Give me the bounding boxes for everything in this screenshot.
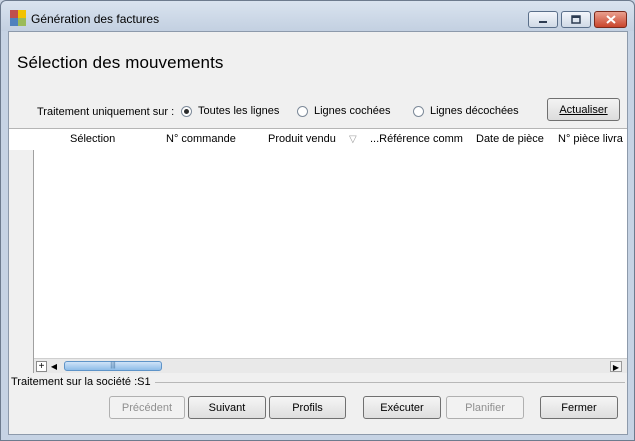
radio-button[interactable] xyxy=(297,105,308,117)
refresh-button-label: Actualiser xyxy=(559,103,608,116)
minimize-icon xyxy=(539,20,547,23)
sort-icon: ▽ xyxy=(349,134,357,145)
radio-unchecked-lines[interactable]: Lignes décochées xyxy=(413,105,519,117)
previous-button[interactable]: Précédent xyxy=(109,396,185,419)
grid-header: Sélection N° commande Produit vendu ▽ ..… xyxy=(9,129,627,150)
refresh-button[interactable]: Actualiser xyxy=(547,98,620,121)
dialog-content: Sélection des mouvements Traitement uniq… xyxy=(8,31,628,435)
column-header-reference[interactable]: ...Référence comm xyxy=(370,133,463,145)
radio-label: Lignes cochées xyxy=(314,105,391,117)
scroll-right-icon[interactable]: ▶ xyxy=(610,361,622,372)
close-dialog-button[interactable]: Fermer xyxy=(540,396,618,419)
column-header-order-number[interactable]: N° commande xyxy=(166,133,236,145)
divider xyxy=(155,382,625,383)
title-bar[interactable]: Génération des factures xyxy=(1,1,634,31)
next-button-label: Suivant xyxy=(208,401,246,414)
close-icon xyxy=(605,15,616,24)
maximize-icon xyxy=(571,15,581,24)
profiles-button-label: Profils xyxy=(292,401,323,414)
execute-button[interactable]: Exécuter xyxy=(363,396,441,419)
column-header-selection[interactable]: Sélection xyxy=(70,133,115,145)
radio-all-lines[interactable]: Toutes les lignes xyxy=(181,105,279,117)
app-icon xyxy=(10,10,26,26)
previous-button-label: Précédent xyxy=(121,401,173,414)
radio-button[interactable] xyxy=(413,105,424,117)
minimize-button[interactable] xyxy=(528,11,558,28)
close-button[interactable] xyxy=(594,11,627,28)
page-title: Sélection des mouvements xyxy=(17,53,224,72)
row-selector-column xyxy=(9,129,34,373)
next-button[interactable]: Suivant xyxy=(188,396,266,419)
scroll-left-icon[interactable]: ◀ xyxy=(49,361,59,372)
column-header-product[interactable]: Produit vendu xyxy=(268,133,336,145)
application-window: Génération des factures Sélection des mo… xyxy=(0,0,635,441)
radio-label: Toutes les lignes xyxy=(198,105,280,117)
scrollbar-thumb[interactable]: ||| xyxy=(64,361,162,371)
schedule-button[interactable]: Planifier xyxy=(446,396,524,419)
radio-checked-lines[interactable]: Lignes cochées xyxy=(297,105,390,117)
schedule-button-label: Planifier xyxy=(465,401,505,414)
radio-button-checked[interactable] xyxy=(181,105,192,117)
movements-grid[interactable]: Sélection N° commande Produit vendu ▽ ..… xyxy=(9,128,627,373)
execute-button-label: Exécuter xyxy=(380,401,424,414)
filter-label: Traitement uniquement sur : xyxy=(37,106,175,118)
radio-label: Lignes décochées xyxy=(430,105,519,117)
column-header-delivery-number[interactable]: N° pièce livra xyxy=(558,133,623,145)
column-header-date[interactable]: Date de pièce xyxy=(476,133,544,145)
profiles-button[interactable]: Profils xyxy=(269,396,346,419)
company-status: Traitement sur la société :S1 xyxy=(11,376,151,388)
plus-icon[interactable]: + xyxy=(36,361,47,372)
close-dialog-button-label: Fermer xyxy=(561,401,597,414)
maximize-button[interactable] xyxy=(561,11,591,28)
horizontal-scrollbar[interactable]: + ◀ ||| ▶ xyxy=(34,358,627,373)
window-title: Génération des factures xyxy=(31,12,160,26)
